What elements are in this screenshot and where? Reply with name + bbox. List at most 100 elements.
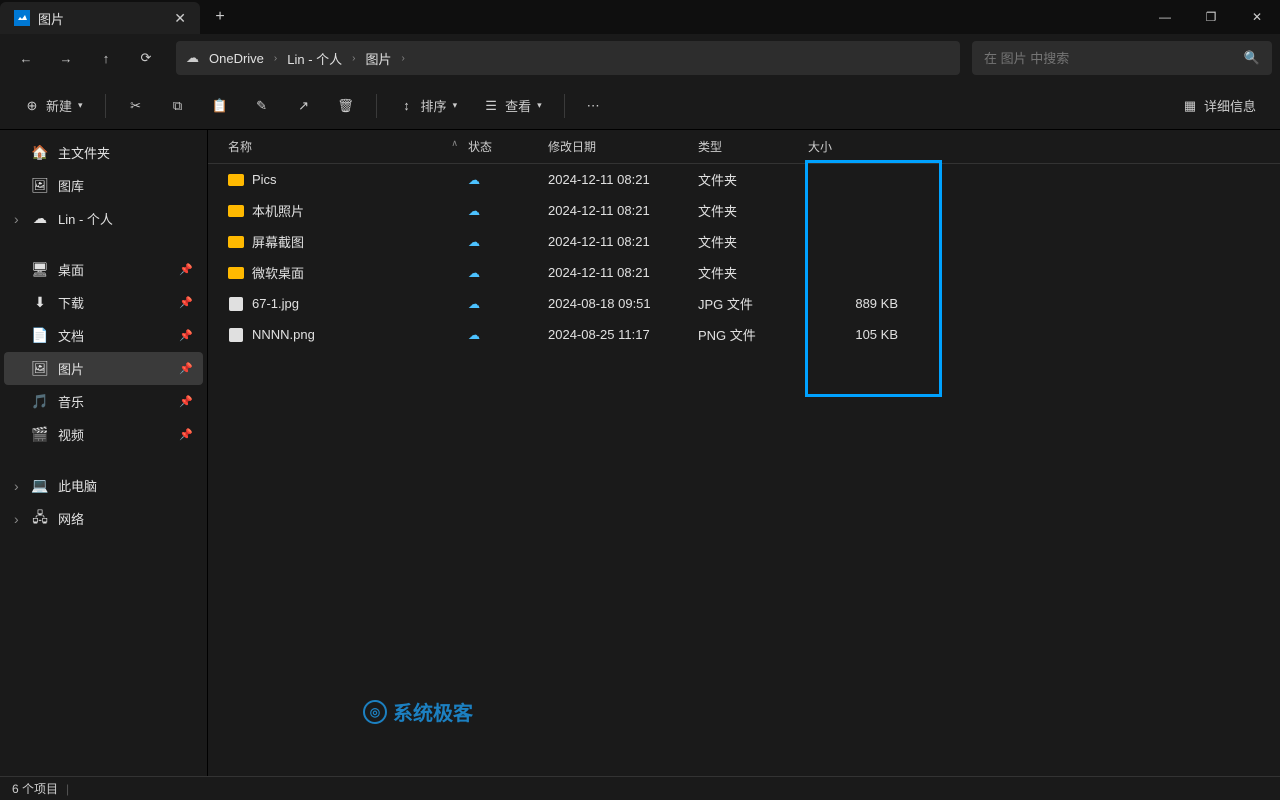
sidebar-item-桌面[interactable]: 🖥桌面📌 <box>4 253 203 286</box>
sidebar-item-视频[interactable]: 🎬视频📌 <box>4 418 203 451</box>
sidebar-item-网络[interactable]: 🖧网络 <box>4 502 203 535</box>
sidebar-label: 视频 <box>58 425 84 444</box>
file-type: 文件夹 <box>698 232 798 251</box>
search-icon[interactable]: 🔍 <box>1244 50 1260 66</box>
close-button[interactable]: ✕ <box>1234 0 1280 34</box>
search-box[interactable]: 🔍 <box>972 41 1272 75</box>
search-input[interactable] <box>984 51 1236 66</box>
minimize-button[interactable]: — <box>1142 0 1188 34</box>
chevron-right-icon: › <box>402 53 405 64</box>
sidebar-icon: 🎵 <box>32 394 48 410</box>
sidebar-label: 图片 <box>58 359 84 378</box>
sidebar-item-文档[interactable]: 📄文档📌 <box>4 319 203 352</box>
col-status-header[interactable]: 状态 <box>468 138 548 155</box>
more-icon: ⋯ <box>587 98 600 114</box>
file-row[interactable]: 微软桌面 ☁ 2024-12-11 08:21 文件夹 <box>208 257 1280 288</box>
sidebar-icon: 📄 <box>32 328 48 344</box>
sidebar-icon: ⬇ <box>32 295 48 311</box>
col-date-header[interactable]: 修改日期 <box>548 138 698 155</box>
cloud-status-icon: ☁ <box>468 328 480 342</box>
col-size-header[interactable]: 大小 <box>798 138 918 155</box>
view-button[interactable]: ☰ 查看 ▾ <box>473 90 552 121</box>
delete-button[interactable]: 🗑 <box>328 92 364 120</box>
sidebar-item-下载[interactable]: ⬇ 下载 📌 <box>4 286 203 319</box>
file-row[interactable]: 本机照片 ☁ 2024-12-11 08:21 文件夹 <box>208 195 1280 226</box>
cloud-status-icon: ☁ <box>468 266 480 280</box>
sidebar-item-图库[interactable]: 🖼 图库 <box>4 169 203 202</box>
sidebar-item-音乐[interactable]: 🎵 音乐 📌 <box>4 385 203 418</box>
crumb-0[interactable]: OneDrive <box>205 49 268 68</box>
sidebar-label: 音乐 <box>58 392 84 411</box>
separator <box>376 94 377 118</box>
forward-button[interactable]: → <box>48 40 84 76</box>
separator <box>105 94 106 118</box>
file-row[interactable]: NNNN.png ☁ 2024-08-25 11:17 PNG 文件 105 K… <box>208 319 1280 350</box>
sort-icon: ↕ <box>399 98 415 114</box>
folder-icon <box>228 174 244 186</box>
new-tab-button[interactable]: + <box>200 0 240 34</box>
file-name: 屏幕截图 <box>252 232 304 251</box>
file-type: 文件夹 <box>698 263 798 282</box>
sidebar-item-主文件夹[interactable]: 🏠主文件夹 <box>4 136 203 169</box>
sidebar-item-Lin - 个人[interactable]: ☁Lin - 个人 <box>4 202 203 235</box>
chevron-down-icon: ▾ <box>453 100 458 111</box>
file-date: 2024-12-11 08:21 <box>548 265 698 280</box>
more-button[interactable]: ⋯ <box>577 92 610 120</box>
file-name: NNNN.png <box>252 327 315 342</box>
file-date: 2024-12-11 08:21 <box>548 172 698 187</box>
file-date: 2024-08-25 11:17 <box>548 327 698 342</box>
sidebar-label: 下载 <box>58 293 84 312</box>
trash-icon: 🗑 <box>338 98 354 114</box>
maximize-button[interactable]: ❐ <box>1188 0 1234 34</box>
col-type-header[interactable]: 类型 <box>698 138 798 155</box>
col-name-header[interactable]: 名称∧ <box>208 138 468 155</box>
watermark: ◎ 系统极客 <box>363 697 473 726</box>
pin-icon: 📌 <box>179 296 193 309</box>
sort-button[interactable]: ↕ 排序 ▾ <box>389 90 468 121</box>
sidebar-item-此电脑[interactable]: 💻此电脑 <box>4 469 203 502</box>
crumb-2[interactable]: 图片 <box>362 47 396 70</box>
tab-active[interactable]: 图片 ✕ <box>0 2 200 34</box>
file-row[interactable]: Pics ☁ 2024-12-11 08:21 文件夹 <box>208 164 1280 195</box>
pin-icon: 📌 <box>179 263 193 276</box>
file-size: 889 KB <box>798 296 918 311</box>
breadcrumb[interactable]: ☁ OneDrive › Lin - 个人 › 图片 › <box>176 41 960 75</box>
chevron-right-icon: › <box>352 53 355 64</box>
separator <box>564 94 565 118</box>
chevron-right-icon: › <box>274 53 277 64</box>
tab-title: 图片 <box>38 9 64 28</box>
sidebar-icon: 🖼 <box>32 178 48 194</box>
navbar: ← → ↑ ⟳ ☁ OneDrive › Lin - 个人 › 图片 › 🔍 <box>0 34 1280 82</box>
window-controls: — ❐ ✕ <box>1142 0 1280 34</box>
copy-button[interactable]: ⧉ <box>160 92 196 120</box>
close-icon[interactable]: ✕ <box>174 10 186 27</box>
details-pane-button[interactable]: ▦ 详细信息 <box>1172 90 1266 121</box>
file-type: 文件夹 <box>698 170 798 189</box>
paste-button[interactable]: 📋 <box>202 92 238 120</box>
refresh-button[interactable]: ⟳ <box>128 40 164 76</box>
file-type: JPG 文件 <box>698 294 798 313</box>
share-icon: ↗ <box>296 98 312 114</box>
back-button[interactable]: ← <box>8 40 44 76</box>
sidebar-label: 主文件夹 <box>58 143 110 162</box>
column-headers: 名称∧ 状态 修改日期 类型 大小 <box>208 130 1280 164</box>
file-date: 2024-08-18 09:51 <box>548 296 698 311</box>
up-button[interactable]: ↑ <box>88 40 124 76</box>
plus-circle-icon: ⊕ <box>24 98 40 114</box>
sidebar-icon: 🖧 <box>32 511 48 527</box>
new-button[interactable]: ⊕ 新建 ▾ <box>14 90 93 121</box>
share-button[interactable]: ↗ <box>286 92 322 120</box>
file-row[interactable]: 67-1.jpg ☁ 2024-08-18 09:51 JPG 文件 889 K… <box>208 288 1280 319</box>
sidebar-icon: ☁ <box>32 211 48 227</box>
crumb-1[interactable]: Lin - 个人 <box>283 47 346 70</box>
details-icon: ▦ <box>1182 98 1198 114</box>
rename-button[interactable]: ✎ <box>244 92 280 120</box>
pin-icon: 📌 <box>179 395 193 408</box>
file-row[interactable]: 屏幕截图 ☁ 2024-12-11 08:21 文件夹 <box>208 226 1280 257</box>
pin-icon: 📌 <box>179 329 193 342</box>
cut-button[interactable]: ✂ <box>118 92 154 120</box>
sidebar-item-图片[interactable]: 🖼图片📌 <box>4 352 203 385</box>
sidebar-label: 图库 <box>58 176 84 195</box>
file-name: Pics <box>252 172 277 187</box>
pictures-icon <box>14 10 30 26</box>
